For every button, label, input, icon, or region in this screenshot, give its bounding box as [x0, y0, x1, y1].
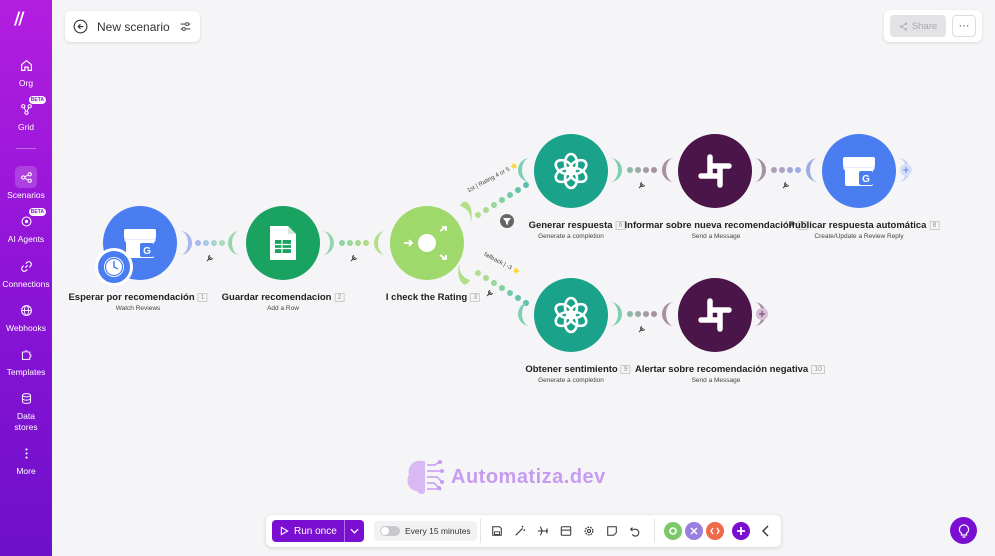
table-icon[interactable]	[559, 524, 573, 538]
module-subtitle: Generate a completion	[538, 233, 604, 240]
google-business-icon: G	[843, 157, 875, 186]
module-generar-respuesta[interactable]	[534, 134, 608, 208]
google-sheets-icon	[270, 226, 296, 260]
wrench-icon[interactable]	[638, 325, 646, 333]
module-informar-recomendacion[interactable]	[678, 134, 752, 208]
slack-icon	[698, 298, 732, 332]
play-icon	[280, 526, 289, 536]
module-alertar-recomendacion-negativa[interactable]	[678, 278, 752, 352]
connector-3-9	[475, 270, 529, 306]
lightbulb-icon	[958, 523, 969, 538]
module-subtitle: Add a Row	[267, 305, 299, 312]
clock-trigger-icon[interactable]	[95, 248, 133, 286]
chevron-down-icon	[350, 528, 359, 534]
toolbar-divider	[480, 519, 481, 543]
openai-icon	[554, 152, 588, 190]
module-subtitle: Send a Message	[691, 377, 741, 384]
connector-2-3	[339, 240, 369, 246]
module-title: Informar sobre nueva recomendación 7	[625, 220, 808, 231]
watermark-text: Automatiza.dev	[451, 465, 606, 488]
router-icon	[404, 226, 447, 260]
connector-1-2	[195, 240, 225, 246]
bottom-toolbar: Run once Every 15 minutes	[266, 515, 781, 547]
wrench-icon[interactable]	[350, 254, 358, 262]
wrench-icon[interactable]	[206, 254, 214, 262]
connector-7-8	[771, 167, 801, 173]
connector-9-10	[627, 311, 657, 317]
toolbar-divider	[654, 519, 655, 543]
connector-6-7	[627, 167, 657, 173]
module-title: I check the Rating 3	[386, 292, 481, 303]
tools-module-icon[interactable]	[664, 522, 682, 540]
module-title: Generar respuesta 6	[529, 220, 626, 231]
filter-funnel-icon[interactable]	[500, 214, 514, 228]
brain-circuit-logo	[407, 460, 444, 494]
wrench-icon[interactable]	[486, 289, 494, 297]
module-subtitle: Watch Reviews	[115, 305, 161, 312]
module-publicar-respuesta[interactable]: G	[822, 134, 896, 208]
magic-wand-icon[interactable]	[513, 524, 527, 538]
wrench-icon[interactable]	[782, 181, 790, 189]
code-module-icon[interactable]	[706, 522, 724, 540]
flow-control-icon[interactable]	[685, 522, 703, 540]
run-options-dropdown[interactable]	[344, 520, 364, 542]
slack-icon	[698, 154, 732, 188]
collapse-chevron-icon[interactable]	[759, 524, 773, 538]
svg-text:G: G	[143, 246, 151, 257]
schedule-label: Every 15 minutes	[405, 526, 471, 536]
module-title: Obtener sentimiento 9	[525, 364, 631, 375]
schedule-switch[interactable]	[380, 526, 400, 536]
wrench-icon[interactable]	[638, 181, 646, 189]
gear-icon[interactable]	[582, 524, 596, 538]
watermark: Automatiza.dev	[403, 457, 606, 497]
module-guardar-recomendacion[interactable]	[246, 206, 320, 280]
svg-text:G: G	[862, 174, 870, 185]
module-router[interactable]	[390, 206, 464, 280]
plane-icon[interactable]	[536, 524, 550, 538]
openai-icon	[554, 296, 588, 334]
run-once-label: Run once	[294, 525, 337, 537]
run-once-main[interactable]: Run once	[272, 520, 344, 542]
module-title: Guardar recomendacion 2	[222, 292, 345, 303]
module-obtener-sentimiento[interactable]	[534, 278, 608, 352]
module-subtitle: Send a Message	[691, 233, 741, 240]
save-icon[interactable]	[490, 524, 504, 538]
module-subtitle: Create/Update a Review Reply	[814, 233, 904, 240]
undo-icon[interactable]	[628, 524, 642, 538]
add-module-button[interactable]	[732, 522, 750, 540]
run-once-button[interactable]: Run once	[272, 520, 364, 542]
connector-3-6	[475, 182, 529, 218]
module-title: Esperar por recomendación 1	[68, 292, 208, 303]
schedule-toggle[interactable]: Every 15 minutes	[374, 521, 477, 541]
module-title: Publicar respuesta automática 8	[789, 220, 940, 231]
module-title: Alertar sobre recomendación negativa 10	[635, 364, 825, 375]
module-subtitle: Generate a completion	[538, 377, 604, 384]
help-button[interactable]	[950, 517, 977, 544]
note-icon[interactable]	[605, 524, 619, 538]
